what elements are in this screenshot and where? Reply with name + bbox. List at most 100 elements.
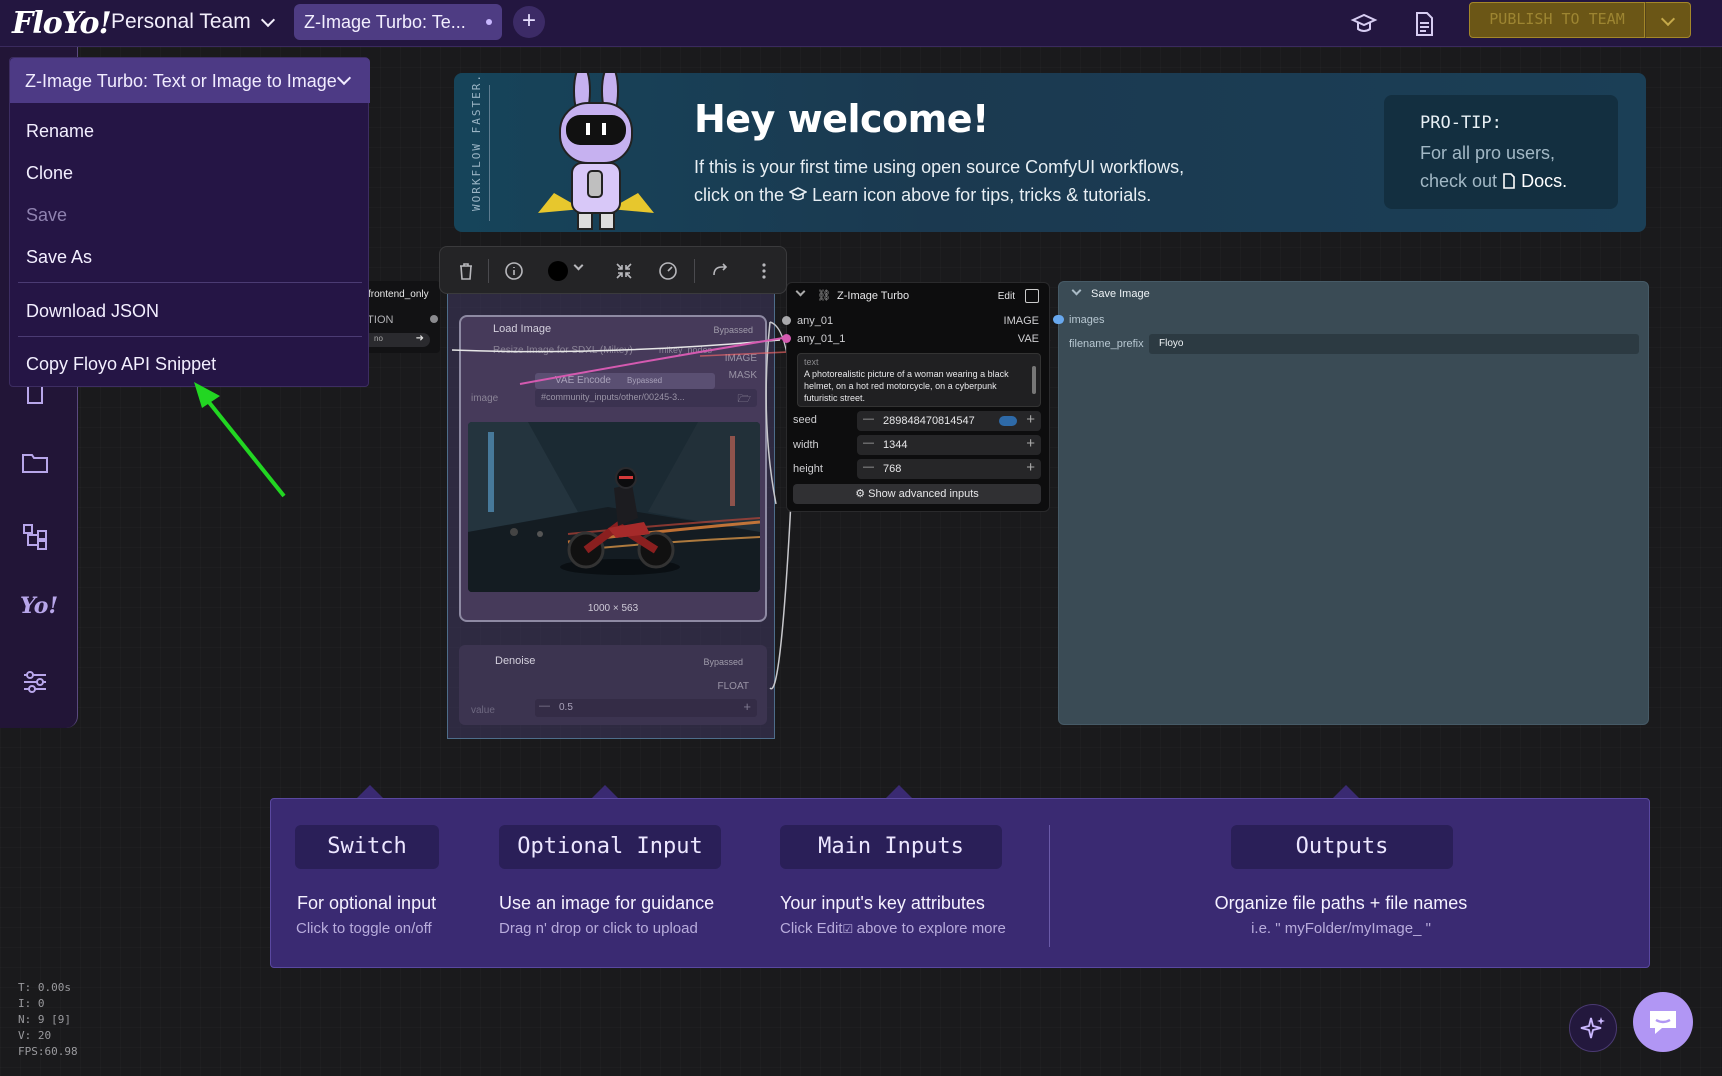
color-swatch[interactable] bbox=[548, 261, 568, 281]
green-arrow-annotation bbox=[194, 382, 286, 498]
randomize-toggle[interactable] bbox=[999, 416, 1017, 426]
floyo-logo[interactable]: FloYo! bbox=[12, 6, 112, 41]
plus-icon[interactable]: + bbox=[1026, 411, 1035, 428]
team-selector[interactable]: Personal Team bbox=[111, 10, 275, 34]
chevron-down-icon bbox=[260, 12, 275, 27]
width-label: width bbox=[793, 439, 819, 451]
minus-icon[interactable]: — bbox=[863, 413, 874, 425]
publish-dropdown-button[interactable] bbox=[1645, 2, 1691, 38]
menu-item-download-json[interactable]: Download JSON bbox=[26, 301, 159, 322]
vae-bypassed-badge: Bypassed bbox=[627, 376, 663, 385]
optional-input-legend-button: Optional Input bbox=[499, 825, 721, 869]
minus-icon[interactable]: — bbox=[863, 437, 874, 449]
minus-icon[interactable]: — bbox=[539, 700, 550, 712]
filename-prefix-input[interactable]: Floyo bbox=[1149, 334, 1639, 354]
image-path-field[interactable]: #community_inputs/other/00245-3... 🗁 bbox=[535, 389, 757, 407]
stat-v: V: 20 bbox=[18, 1029, 52, 1042]
z-image-turbo-node[interactable]: ⛓ Z-Image Turbo Edit any_01 any_01_1 IMA… bbox=[782, 282, 1050, 512]
output-port[interactable] bbox=[430, 315, 438, 323]
more-vertical-icon[interactable] bbox=[754, 261, 774, 281]
input-port[interactable] bbox=[1053, 315, 1064, 324]
main-inputs-legend-button: Main Inputs bbox=[780, 825, 1002, 869]
motorcycle-rider-image bbox=[468, 422, 760, 592]
vae-encode-label: VAE Encode bbox=[555, 375, 611, 386]
input-port[interactable] bbox=[782, 316, 791, 325]
folder-open-icon[interactable]: 🗁 bbox=[737, 390, 751, 409]
output-image: IMAGE bbox=[1003, 315, 1039, 327]
perf-stats: T: 0.00s I: 0 N: 9 [9] V: 20 FPS:60.98 bbox=[18, 980, 78, 1060]
show-advanced-button[interactable]: ⚙ Show advanced inputs bbox=[793, 484, 1041, 504]
pro-tip-line-2-text: check out bbox=[1420, 171, 1498, 191]
docs-icon[interactable] bbox=[1410, 10, 1438, 38]
workflow-menu-title: Z-Image Turbo: Text or Image to Image bbox=[25, 71, 337, 91]
vae-encode-node[interactable]: VAE Encode Bypassed bbox=[535, 373, 715, 389]
menu-item-save[interactable]: Save bbox=[26, 205, 67, 226]
docs-link[interactable]: Docs. bbox=[1521, 171, 1567, 191]
outputs-legend-button: Outputs bbox=[1231, 825, 1453, 869]
welcome-banner: WORKFLOW FASTER. Hey welcome! If this is… bbox=[454, 73, 1646, 232]
chevron-down-icon[interactable] bbox=[573, 260, 584, 271]
width-field[interactable]: — 1344 + bbox=[857, 435, 1041, 455]
mask-output-label: MASK bbox=[728, 370, 757, 381]
legend-pointer bbox=[1332, 785, 1360, 799]
learn-graduation-cap-icon[interactable] bbox=[1350, 10, 1378, 38]
height-field[interactable]: — 768 + bbox=[857, 459, 1041, 479]
workflow-tab[interactable]: Z-Image Turbo: Te... bbox=[294, 4, 502, 40]
menu-item-copy-api-snippet[interactable]: Copy Floyo API Snippet bbox=[26, 354, 216, 375]
workflow-tree-icon[interactable] bbox=[20, 521, 50, 551]
redo-icon[interactable] bbox=[710, 261, 730, 281]
new-tab-button[interactable]: + bbox=[513, 6, 545, 38]
scrollbar[interactable] bbox=[1032, 366, 1036, 394]
bypass-gauge-icon[interactable] bbox=[658, 261, 678, 281]
settings-sliders-icon[interactable] bbox=[20, 667, 50, 697]
minus-icon[interactable]: — bbox=[863, 461, 874, 473]
ai-assistant-button[interactable] bbox=[1569, 1004, 1617, 1052]
publish-group: PUBLISH TO TEAM bbox=[1469, 2, 1691, 38]
chevron-down-icon bbox=[336, 70, 352, 86]
plus-icon[interactable]: + bbox=[743, 699, 751, 714]
save-image-node[interactable]: Save Image images filename_prefix Floyo bbox=[1053, 281, 1649, 725]
menu-item-save-as[interactable]: Save As bbox=[26, 247, 92, 268]
seed-label: seed bbox=[793, 414, 817, 426]
input-any-01: any_01 bbox=[797, 315, 834, 327]
folder-icon[interactable] bbox=[20, 447, 50, 477]
yo-brand-icon[interactable]: Yo! bbox=[20, 593, 58, 623]
trash-icon[interactable] bbox=[456, 261, 476, 281]
menu-item-rename[interactable]: Rename bbox=[26, 121, 94, 142]
doc-icon bbox=[1503, 173, 1515, 189]
collapse-chevron-icon[interactable] bbox=[795, 286, 806, 297]
height-value: 768 bbox=[883, 463, 902, 475]
legend-divider bbox=[1049, 825, 1050, 947]
image-input-label: image bbox=[471, 393, 499, 404]
input-port[interactable] bbox=[782, 334, 791, 343]
prompt-textarea[interactable]: text A photorealistic picture of a woman… bbox=[797, 353, 1041, 407]
plus-icon[interactable]: + bbox=[1026, 459, 1035, 476]
menu-item-clone[interactable]: Clone bbox=[26, 163, 73, 184]
edit-external-icon[interactable] bbox=[1025, 289, 1039, 303]
height-label: height bbox=[793, 463, 823, 475]
collapse-icon[interactable] bbox=[614, 261, 634, 281]
denoise-value-field[interactable]: — 0.5 + bbox=[535, 699, 757, 717]
filename-prefix-label: filename_prefix bbox=[1069, 338, 1144, 350]
float-output-label: FLOAT bbox=[717, 681, 749, 692]
stat-fps: FPS:60.98 bbox=[18, 1045, 78, 1058]
z-image-title: Z-Image Turbo bbox=[837, 290, 910, 302]
workflow-tab-label: Z-Image Turbo: Te... bbox=[304, 11, 466, 32]
workflow-menu-header[interactable]: Z-Image Turbo: Text or Image to Image bbox=[10, 58, 370, 103]
team-name: Personal Team bbox=[111, 10, 251, 33]
publish-to-team-button[interactable]: PUBLISH TO TEAM bbox=[1469, 2, 1645, 38]
edit-label[interactable]: Edit bbox=[998, 291, 1015, 302]
outputs-legend-sub: i.e. " myFolder/myImage_ " bbox=[1251, 920, 1431, 937]
menu-divider bbox=[18, 336, 362, 337]
image-path-value: #community_inputs/other/00245-3... bbox=[541, 392, 685, 402]
output-vae: VAE bbox=[1017, 333, 1039, 345]
chat-button[interactable] bbox=[1633, 992, 1693, 1052]
collapse-chevron-icon[interactable] bbox=[1071, 285, 1082, 296]
plus-icon[interactable]: + bbox=[1026, 435, 1035, 452]
legend-panel: Switch For optional input Click to toggl… bbox=[270, 798, 1650, 968]
info-icon[interactable] bbox=[504, 261, 524, 281]
edit-icon: ☑ bbox=[842, 922, 857, 936]
denoise-node[interactable]: Denoise Bypassed FLOAT value — 0.5 + bbox=[459, 645, 767, 725]
save-image-title: Save Image bbox=[1091, 288, 1150, 300]
seed-field[interactable]: — 289848470814547 + bbox=[857, 411, 1041, 431]
